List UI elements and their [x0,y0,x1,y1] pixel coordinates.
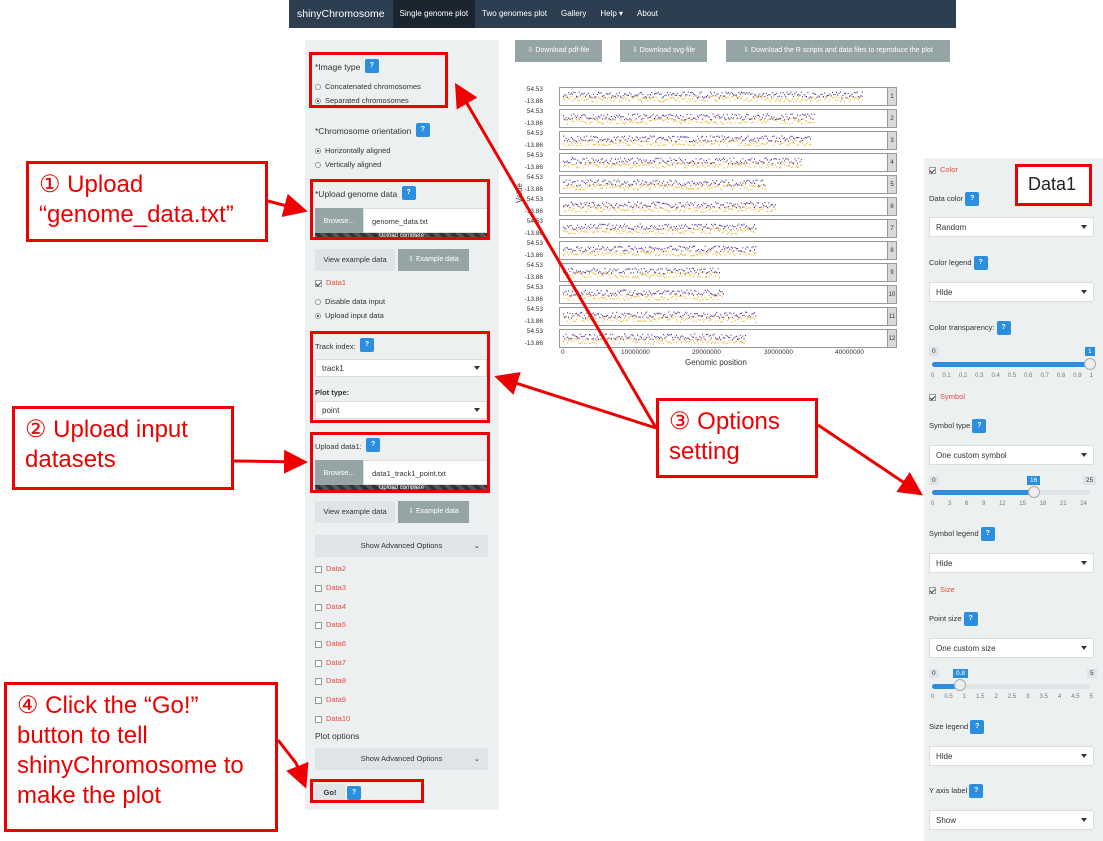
arrow-1 [267,193,308,217]
arrow-4 [276,739,309,789]
annotation-arrows [233,82,923,789]
arrow-2 [233,449,308,474]
arrow-3c [817,423,923,496]
arrow-3a [454,82,658,429]
